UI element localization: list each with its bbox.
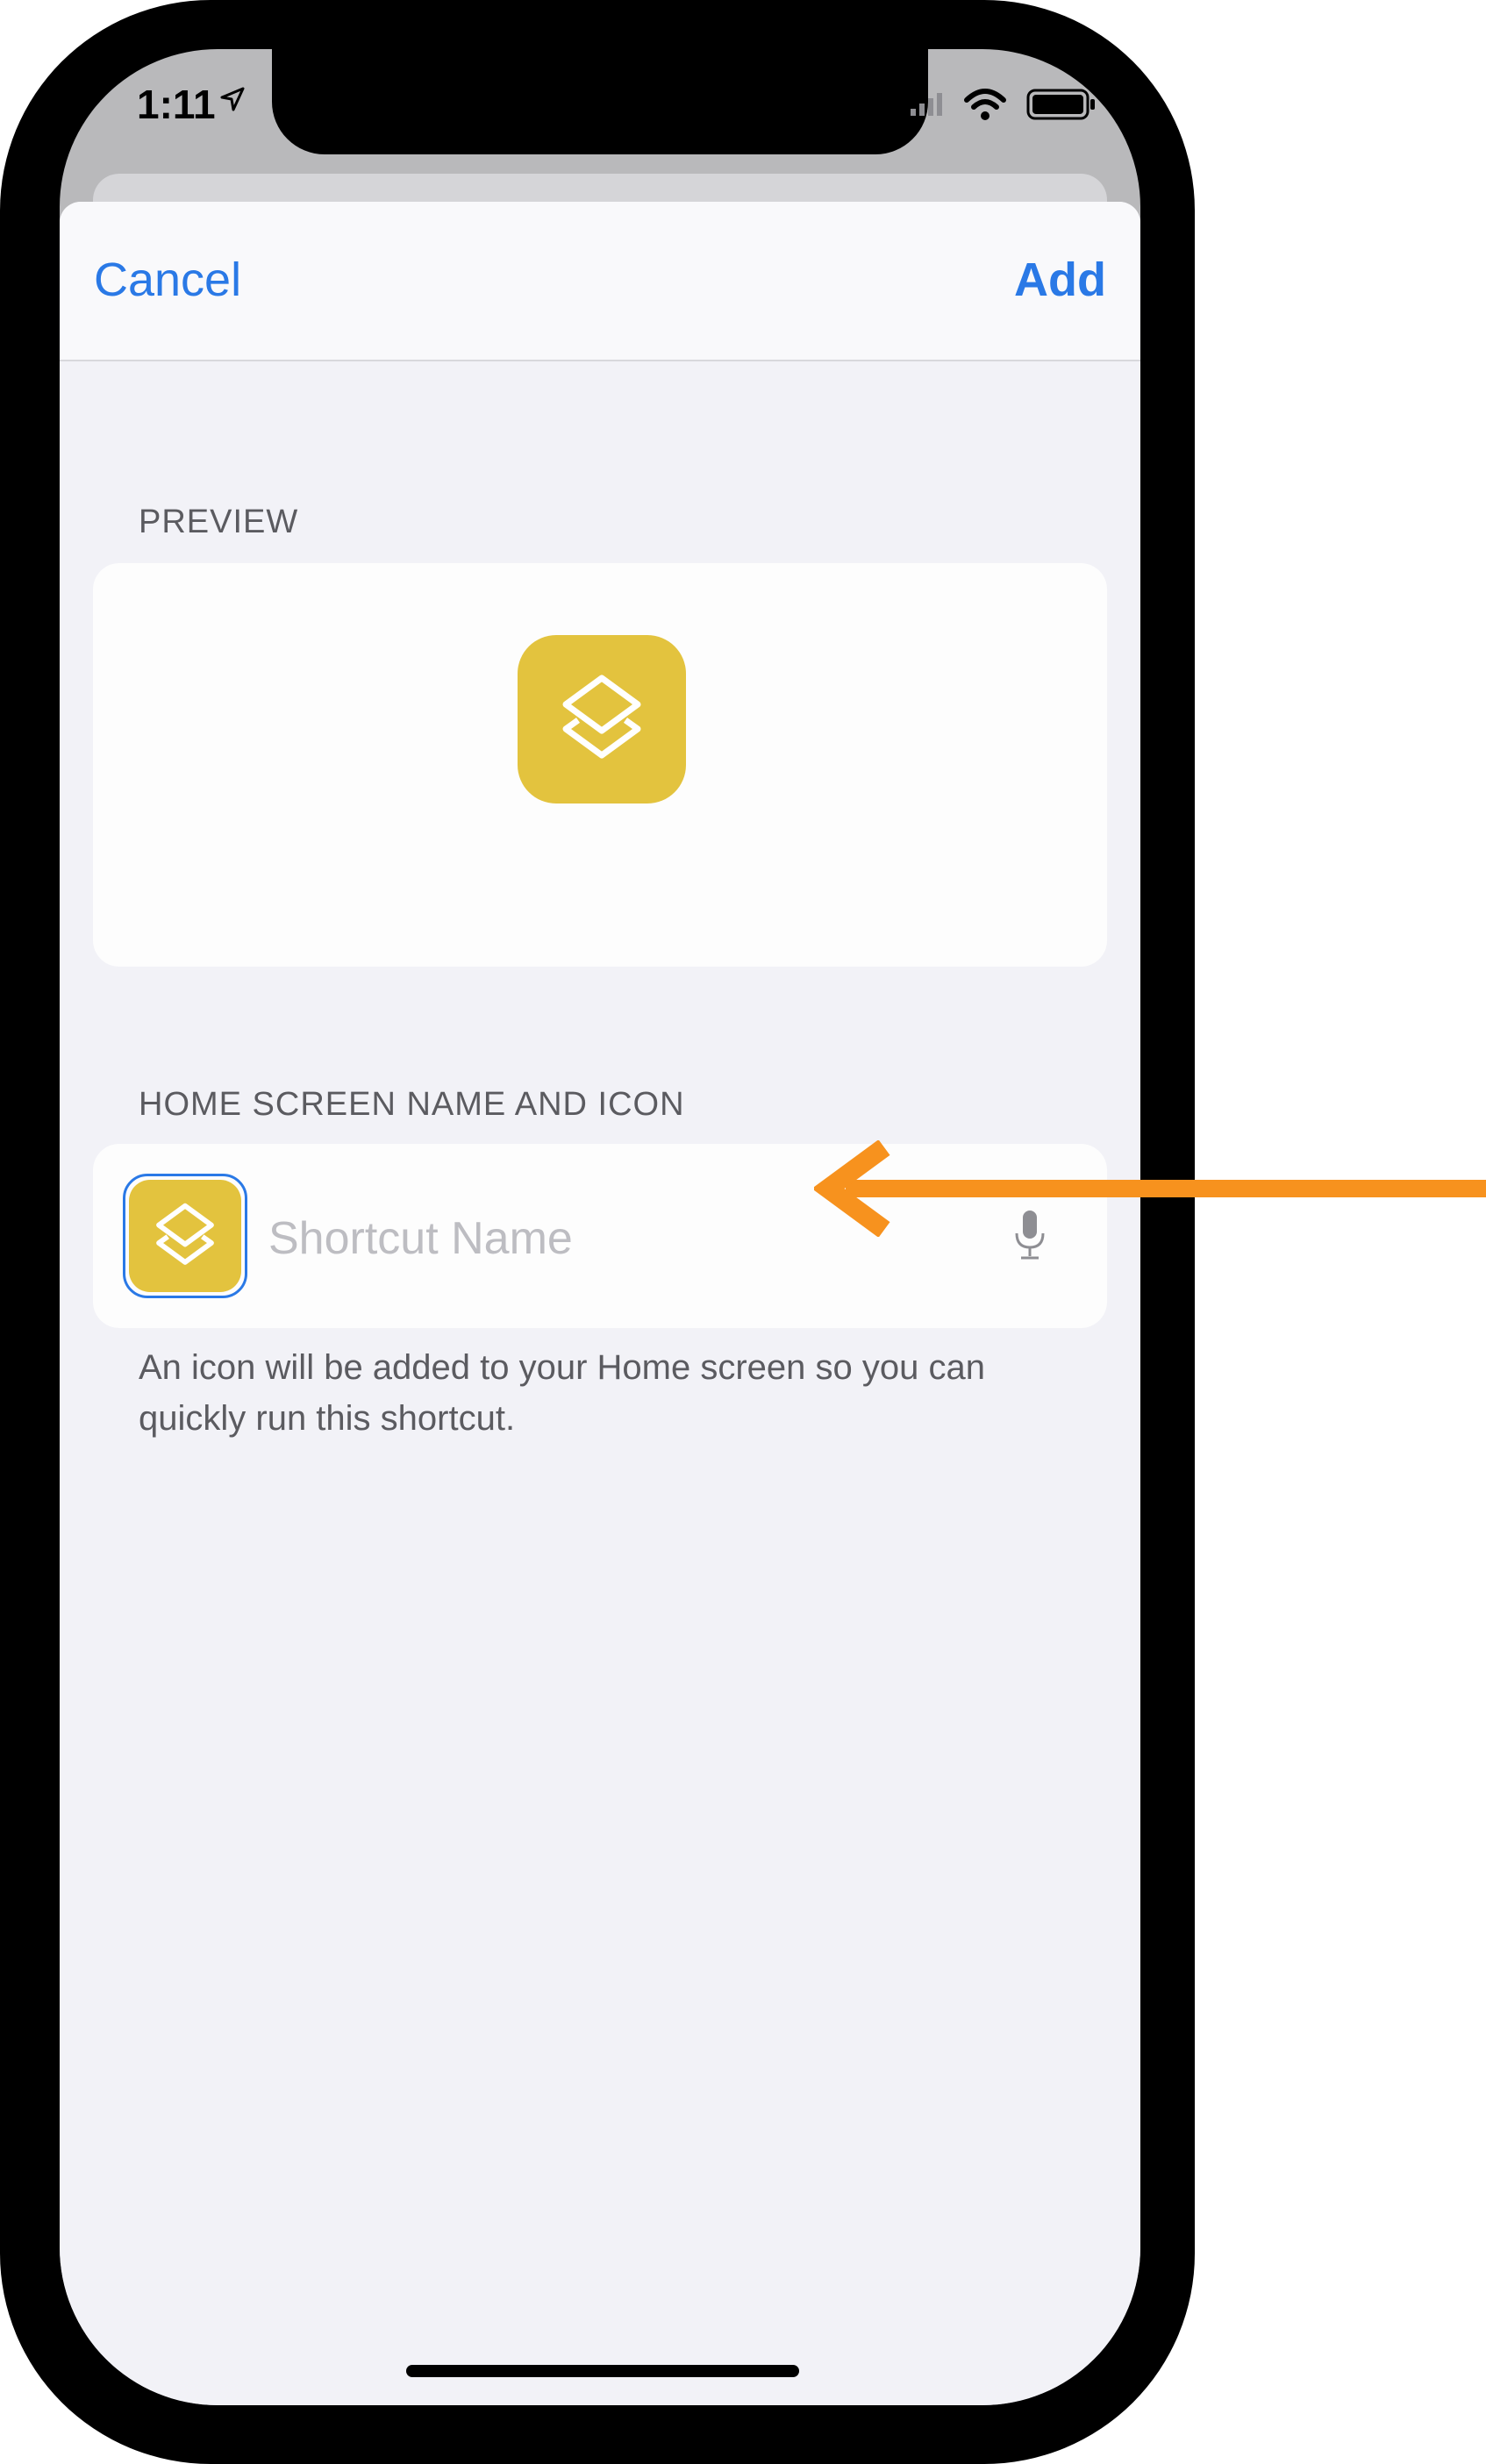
footer-note: An icon will be added to your Home scree… xyxy=(139,1348,985,1438)
icon-picker-button[interactable] xyxy=(123,1174,247,1298)
location-arrow-icon xyxy=(220,87,245,111)
layers-glyph xyxy=(562,675,641,759)
status-icons xyxy=(909,88,1097,121)
shortcut-name-input[interactable] xyxy=(268,1203,795,1274)
add-button[interactable]: Add xyxy=(1014,253,1106,307)
preview-section-label: PREVIEW xyxy=(139,504,299,540)
cellular-signal-icon xyxy=(911,93,942,116)
cancel-button[interactable]: Cancel xyxy=(94,253,241,307)
layers-glyph xyxy=(156,1203,214,1265)
preview-card xyxy=(93,563,1107,967)
battery-icon xyxy=(1026,89,1095,120)
status-time: 1:11 xyxy=(137,82,216,127)
nav-bar: Cancel Add xyxy=(60,202,1140,361)
shortcuts-layers-icon xyxy=(129,1180,241,1292)
notch xyxy=(272,49,928,154)
add-to-home-sheet: Cancel Add PREVIEW HOME SCREEN NAME AND … xyxy=(60,202,1140,2405)
home-screen-section-label: HOME SCREEN NAME AND ICON xyxy=(139,1086,685,1123)
orange-arrow-icon xyxy=(814,1140,1486,1237)
shortcuts-layers-icon xyxy=(518,635,686,803)
wifi-icon xyxy=(964,89,1006,120)
home-indicator xyxy=(406,2365,799,2377)
